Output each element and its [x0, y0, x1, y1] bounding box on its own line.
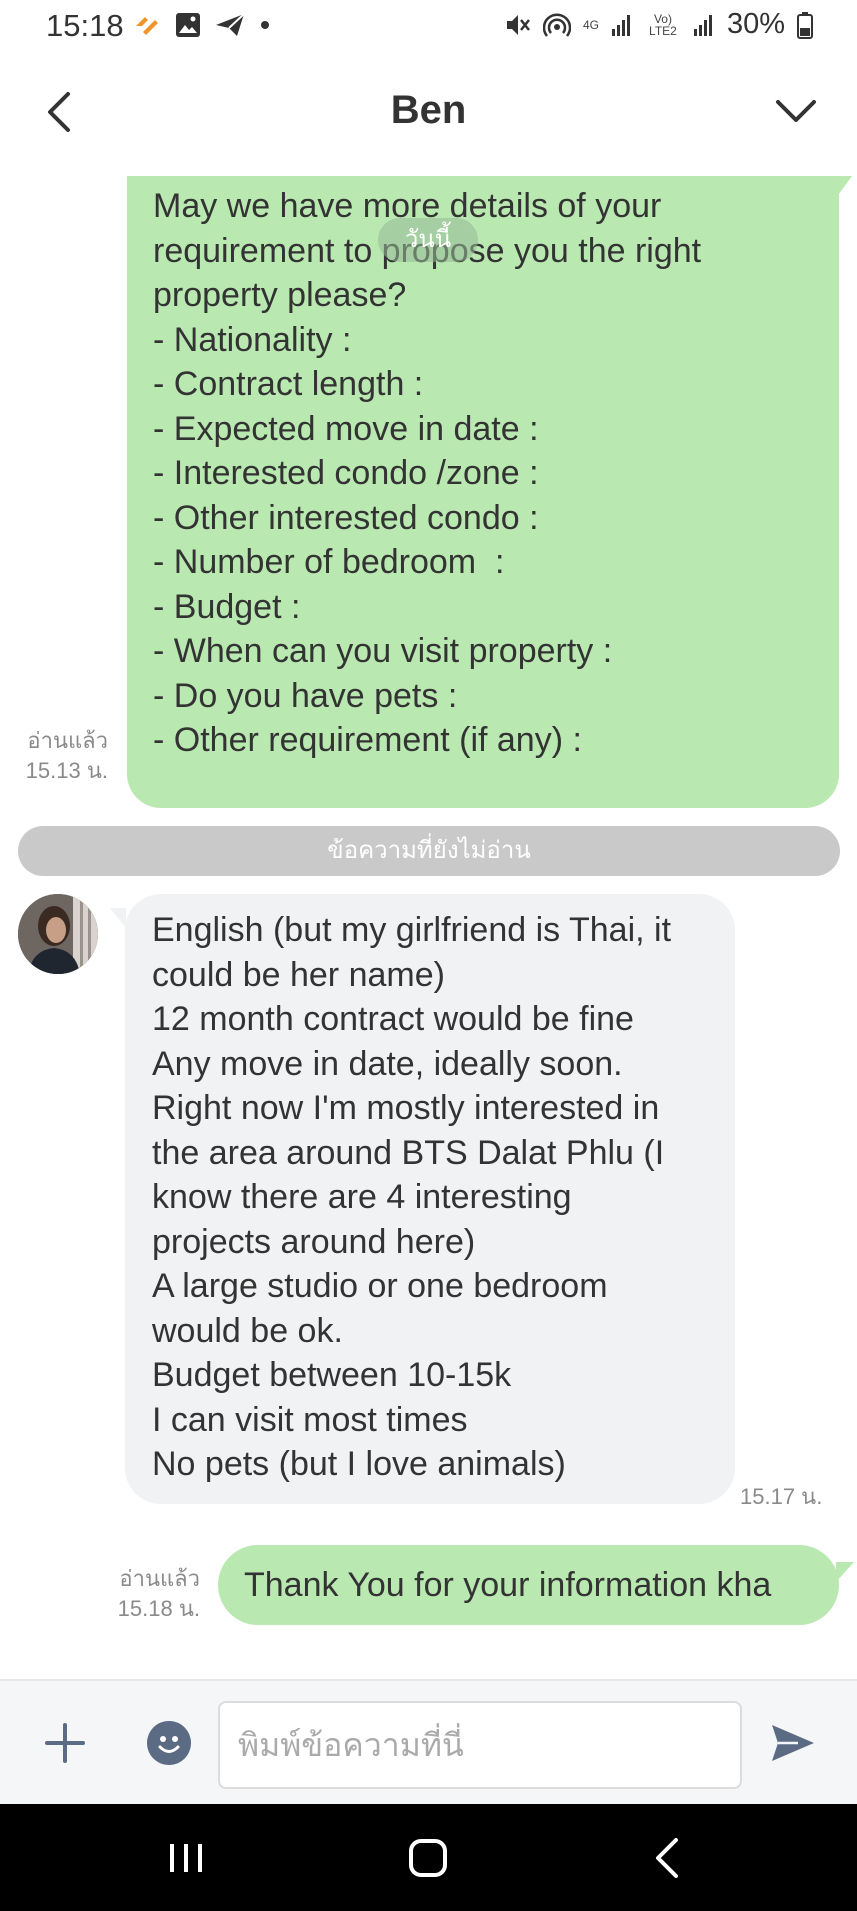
outgoing-message-bubble[interactable]: May we have more details of your require…: [127, 176, 839, 808]
network-type-label: 4G: [582, 17, 599, 32]
message-line: A large studio or one bedroom: [152, 1267, 608, 1305]
mute-icon: [506, 14, 530, 35]
emoji-icon[interactable]: [147, 1721, 191, 1765]
plus-icon[interactable]: [43, 1721, 87, 1765]
avatar-image: [18, 894, 98, 974]
message-line: - Budget :: [153, 587, 301, 626]
volte-label: Vo) LTE2: [649, 11, 677, 38]
status-right-icons: 4G Vo) LTE2 30%: [505, 8, 813, 41]
incoming-message-bubble[interactable]: English (but my girlfriend is Thai, it c…: [125, 894, 735, 1504]
message-line: the area around BTS Dalat Phlu (I: [152, 1133, 665, 1172]
message-text: Thank You for your information kha: [244, 1566, 772, 1604]
back-icon[interactable]: [644, 1834, 692, 1882]
message-line: I can visit most times: [152, 1400, 468, 1439]
message-line: May we have more details of your: [153, 187, 662, 225]
message-line: property please?: [153, 276, 407, 314]
hotspot-icon: [542, 12, 571, 37]
message-line: - Other requirement (if any) :: [153, 721, 582, 759]
message-meta: อ่านแล้ว 15.18 น.: [90, 1564, 200, 1624]
system-nav-bar: [0, 1804, 857, 1911]
date-divider: วันนี้: [378, 218, 478, 262]
bubble-tail: [110, 908, 126, 928]
message-line: - Contract length :: [153, 365, 424, 403]
read-label: อ่านแล้ว: [27, 728, 108, 753]
recent-apps-icon[interactable]: [162, 1834, 210, 1882]
message-time: 15.17 น.: [740, 1484, 823, 1509]
message-line: English (but my girlfriend is Thai, it: [152, 911, 672, 949]
message-line: Budget between 10-15k: [152, 1356, 512, 1394]
message-line: - Expected move in date :: [153, 409, 539, 448]
message-meta: อ่านแล้ว 15.13 น.: [8, 726, 108, 786]
status-bar: 15:18 4G Vo) LTE2 30%: [0, 0, 857, 52]
avatar[interactable]: [18, 894, 98, 974]
send-icon[interactable]: [768, 1719, 816, 1767]
chat-title: Ben: [390, 88, 467, 132]
message-line: projects around here): [152, 1222, 476, 1261]
dot-icon: [261, 21, 269, 29]
status-time: 15:18: [46, 8, 124, 43]
message-line: know there are 4 interesting: [152, 1178, 572, 1216]
message-line: - Do you have pets :: [153, 676, 458, 715]
home-icon[interactable]: [404, 1834, 452, 1882]
message-line: Right now I'm mostly interested in: [152, 1089, 660, 1127]
message-line: Any move in date, ideally soon.: [152, 1044, 623, 1083]
message-line: 12 month contract would be fine: [152, 1000, 634, 1038]
message-line: No pets (but I love animals): [152, 1445, 566, 1483]
message-line: - Other interested condo :: [153, 498, 539, 537]
bubble-tail: [836, 176, 852, 198]
message-line: - Nationality :: [153, 320, 352, 359]
message-line: - Number of bedroom :: [153, 543, 505, 581]
signal-icon: [611, 14, 630, 36]
chat-area[interactable]: May we have more details of your require…: [0, 176, 857, 1679]
image-icon: [176, 13, 200, 37]
message-line: could be her name): [152, 955, 445, 994]
message-line: - Interested condo /zone :: [153, 454, 539, 492]
unread-divider: ข้อความที่ยังไม่อ่าน: [18, 826, 840, 876]
message-input-bar: พิมพ์ข้อความที่นี่: [0, 1679, 857, 1806]
message-line: - When can you visit property :: [153, 632, 613, 670]
chat-header: Ben: [0, 52, 857, 178]
message-time: 15.13 น.: [25, 758, 108, 783]
message-line: requirement to propose you the right: [153, 231, 702, 270]
message-time: 15.18 น.: [117, 1596, 200, 1621]
bubble-tail: [836, 1562, 854, 1582]
message-input[interactable]: พิมพ์ข้อความที่นี่: [218, 1701, 742, 1789]
battery-percent: 30%: [726, 8, 785, 40]
message-line: would be ok.: [152, 1311, 343, 1350]
read-label: อ่านแล้ว: [119, 1566, 200, 1591]
notification-app-icon: [136, 17, 158, 35]
send-icon: [216, 13, 245, 36]
outgoing-message-bubble[interactable]: Thank You for your information kha: [218, 1545, 839, 1625]
battery-icon: [797, 11, 813, 39]
chevron-down-icon[interactable]: [775, 96, 817, 126]
signal-icon: [693, 14, 712, 36]
status-left-icons: [133, 12, 271, 38]
